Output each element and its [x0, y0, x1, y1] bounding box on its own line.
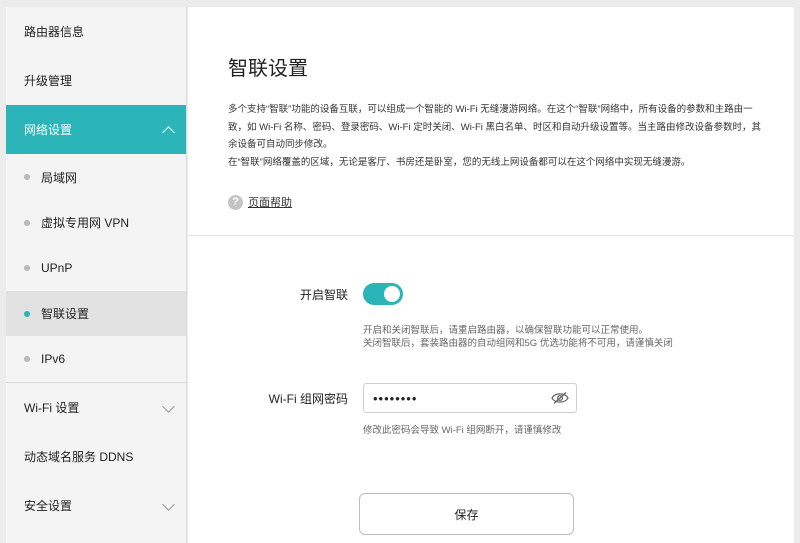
chevron-up-icon: [162, 125, 175, 139]
sidebar-item-label: IPv6: [41, 352, 66, 366]
bullet-icon: [24, 356, 30, 362]
wifi-mesh-password-field: [363, 383, 577, 413]
sidebar-item-label: 安全设置: [24, 499, 73, 513]
enable-smart-link-label: 开启智联: [299, 288, 348, 302]
sidebar-item-wifi-settings[interactable]: Wi-Fi 设置: [6, 383, 186, 432]
sidebar-item-label: 虚拟专用网 VPN: [41, 216, 130, 230]
sidebar-item-label: UPnP: [41, 261, 73, 275]
sidebar-item-security[interactable]: 安全设置: [6, 481, 186, 530]
sidebar-item-ddns[interactable]: 动态域名服务 DDNS: [6, 432, 186, 481]
sidebar-item-smart-link[interactable]: 智联设置: [6, 291, 186, 336]
page-title: 智联设置: [228, 58, 308, 80]
chevron-down-icon: [162, 399, 175, 413]
toggle-knob: [384, 286, 400, 302]
intro-section: 智联设置 多个支持“智联”功能的设备互联，可以组成一个智能的 Wi-Fi 无缝漫…: [188, 7, 794, 236]
page-description: 多个支持“智联”功能的设备互联，可以组成一个智能的 Wi-Fi 无缝漫游网络。在…: [228, 104, 762, 168]
sidebar-item-label: 智联设置: [41, 307, 90, 321]
sidebar-item-label: 路由器信息: [24, 25, 85, 39]
page-help-label: 页面帮助: [248, 197, 292, 209]
sidebar: 路由器信息 升级管理 网络设置 局域网 虚拟专用网 VPN UPnP 智联设置 …: [6, 7, 187, 543]
sidebar-item-label: 网络设置: [24, 123, 73, 137]
sidebar-item-label: 局域网: [41, 170, 78, 185]
sidebar-item-label: 动态域名服务 DDNS: [24, 450, 134, 464]
sidebar-item-lan[interactable]: 局域网: [6, 154, 186, 200]
save-button[interactable]: 保存: [359, 493, 574, 535]
page-help-link[interactable]: ? 页面帮助: [228, 194, 292, 210]
bullet-icon: [24, 219, 30, 226]
sidebar-item-upgrade[interactable]: 升级管理: [6, 56, 186, 105]
main-panel: 智联设置 多个支持“智联”功能的设备互联，可以组成一个智能的 Wi-Fi 无缝漫…: [188, 7, 794, 543]
sidebar-item-label: Wi-Fi 设置: [24, 401, 80, 415]
bullet-icon: [24, 310, 30, 317]
eye-icon[interactable]: [551, 391, 569, 405]
wifi-mesh-password-input[interactable]: [373, 389, 543, 408]
sidebar-item-router-info[interactable]: 路由器信息: [6, 7, 186, 56]
bullet-icon: [24, 265, 30, 271]
chevron-down-icon: [162, 497, 175, 511]
sidebar-item-label: 升级管理: [24, 74, 73, 88]
password-hint: 修改此密码会导致 Wi-Fi 组网断开，请谨慎修改: [363, 425, 562, 436]
help-icon: ?: [228, 194, 243, 210]
wifi-mesh-password-label: Wi-Fi 组网密码: [268, 392, 348, 406]
sidebar-item-vpn[interactable]: 虚拟专用网 VPN: [6, 200, 186, 245]
enable-hint: 开启和关闭智联后，请重启路由器，以确保智联功能可以正常使用。 关闭智联后，套装路…: [363, 325, 673, 349]
sidebar-item-ipv6[interactable]: IPv6: [6, 336, 186, 382]
sidebar-item-upnp[interactable]: UPnP: [6, 245, 186, 291]
bullet-icon: [24, 174, 30, 180]
enable-smart-link-toggle[interactable]: [363, 283, 403, 305]
sidebar-item-network-settings[interactable]: 网络设置: [6, 105, 186, 154]
